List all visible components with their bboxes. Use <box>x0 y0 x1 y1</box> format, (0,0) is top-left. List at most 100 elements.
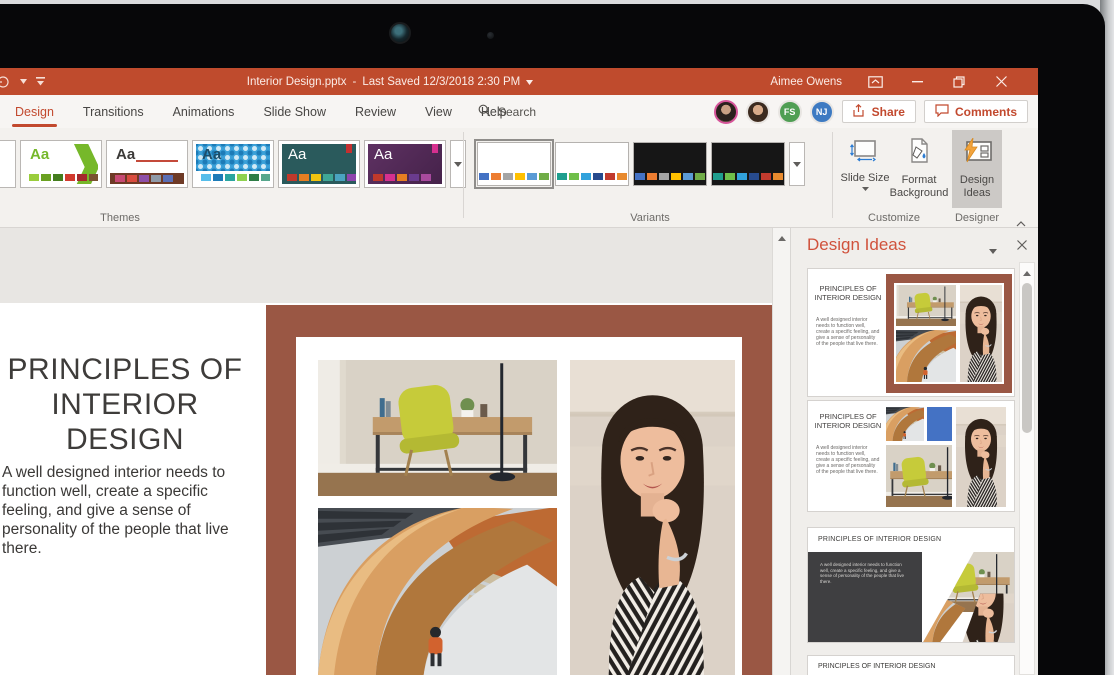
design-idea-thumbnail[interactable]: PRINCIPLES OF INTERIOR DESIGN A well des… <box>807 268 1015 397</box>
slide-scrollbar[interactable] <box>772 228 790 675</box>
workspace: PRINCIPLES OF INTERIOR DESIGN A well des… <box>0 228 1038 675</box>
ribbon-tab-row: Design Transitions Animations Slide Show… <box>0 95 1038 128</box>
scrollbar-thumb[interactable] <box>1022 283 1032 433</box>
theme-rule-graphic <box>136 160 178 162</box>
tab-animations[interactable]: Animations <box>172 103 236 121</box>
avatar[interactable]: FS <box>778 100 802 124</box>
theme-option-green[interactable]: Aa <box>20 140 102 188</box>
saved-status-caret-icon[interactable] <box>526 76 533 88</box>
theme-option-dark-teal[interactable]: Aa <box>278 140 360 188</box>
user-name[interactable]: Aimee Owens <box>770 76 842 88</box>
tabrow-right: FS NJ Share Comments <box>714 95 1028 128</box>
theme-option-light[interactable]: Aa <box>106 140 188 188</box>
tab-slide-show[interactable]: Slide Show <box>262 103 327 121</box>
avatar[interactable]: NJ <box>810 100 834 124</box>
variants-group-label: Variants <box>590 212 710 224</box>
customize-quick-access-toolbar-icon[interactable] <box>36 77 45 86</box>
comments-label: Comments <box>955 105 1017 119</box>
panel-menu-caret-icon[interactable] <box>989 241 997 259</box>
thumb-text-block: PRINCIPLES OF INTERIOR DESIGN A well des… <box>812 401 884 511</box>
design-ideas-icon <box>961 138 993 168</box>
themes-group-label: Themes <box>60 212 180 224</box>
titlebar-right: Aimee Owens <box>770 68 1010 95</box>
variant-option-selected[interactable] <box>477 142 551 186</box>
share-icon <box>853 104 866 120</box>
tab-view[interactable]: View <box>424 103 453 121</box>
slide-canvas[interactable]: PRINCIPLES OF INTERIOR DESIGN A well des… <box>0 303 772 675</box>
undo-icon[interactable] <box>0 75 11 89</box>
design-ideas-button[interactable]: Design Ideas <box>952 130 1002 208</box>
staircase-photo <box>886 407 924 441</box>
tab-design[interactable]: Design <box>14 103 55 121</box>
ribbon-content: Aa Aa Aa Aa <box>0 128 1038 228</box>
group-divider <box>832 132 833 218</box>
slide-title[interactable]: PRINCIPLES OF INTERIOR DESIGN <box>0 352 250 457</box>
camera-sensor-icon <box>487 32 494 39</box>
avatar[interactable] <box>746 100 770 124</box>
slide-size-label: Slide Size <box>841 172 890 185</box>
comments-button[interactable]: Comments <box>924 100 1028 123</box>
panel-close-icon[interactable] <box>1017 237 1027 255</box>
thumb-collage <box>886 274 1012 393</box>
search-box[interactable]: Search <box>478 95 536 128</box>
tab-transitions[interactable]: Transitions <box>82 103 145 121</box>
title-separator: - <box>352 76 356 88</box>
staircase-photo[interactable] <box>318 508 557 675</box>
variant-option[interactable] <box>555 142 629 186</box>
theme-option-partial[interactable]: Aa <box>0 140 16 188</box>
scroll-up-icon[interactable] <box>773 230 790 246</box>
camera-lens-icon <box>389 22 411 44</box>
avatar[interactable] <box>714 100 738 124</box>
share-button[interactable]: Share <box>842 100 916 123</box>
saved-status: Last Saved 12/3/2018 2:30 PM <box>362 76 520 88</box>
themes-gallery: Aa Aa Aa Aa <box>0 140 466 188</box>
design-idea-thumbnail[interactable]: PRINCIPLES OF INTERIOR DESIGN A well des… <box>807 527 1015 643</box>
device-screen: Interior Design.pptx - Last Saved 12/3/2… <box>0 0 1114 675</box>
minimize-icon[interactable] <box>908 68 926 95</box>
chevron-down-icon <box>862 187 869 191</box>
bookmark-icon <box>432 144 438 153</box>
group-divider <box>463 132 464 218</box>
variants-more-button[interactable] <box>789 142 805 186</box>
powerpoint-window: Interior Design.pptx - Last Saved 12/3/2… <box>0 68 1038 675</box>
staircase-photo <box>896 330 956 382</box>
variant-option[interactable] <box>711 142 785 186</box>
ribbon-display-options-icon[interactable] <box>866 68 884 95</box>
slide-photo-collage[interactable] <box>266 305 772 675</box>
slide-size-button[interactable]: Slide Size <box>838 130 892 208</box>
search-label: Search <box>498 105 536 119</box>
design-idea-thumbnail[interactable]: PRINCIPLES OF INTERIOR DESIGN <box>807 655 1015 675</box>
thumb-diagonal-photos <box>922 552 1015 643</box>
theme-option-dark-purple[interactable]: Aa <box>364 140 446 188</box>
accent-rectangle <box>927 407 952 441</box>
chevron-down-icon <box>454 162 462 167</box>
design-idea-thumbnail[interactable]: PRINCIPLES OF INTERIOR DESIGN A well des… <box>807 400 1015 512</box>
slide-size-icon <box>850 138 880 166</box>
portrait-photo[interactable] <box>570 360 735 675</box>
document-name: Interior Design.pptx <box>247 76 347 88</box>
undo-caret-icon[interactable] <box>20 79 27 84</box>
theme-option-pattern[interactable]: Aa <box>192 140 274 188</box>
format-background-label: Format Background <box>890 174 949 200</box>
thumb-text-block: PRINCIPLES OF INTERIOR DESIGN A well des… <box>812 269 884 396</box>
restore-icon[interactable] <box>950 68 968 95</box>
chevron-down-icon <box>793 162 801 167</box>
variant-option[interactable] <box>633 142 707 186</box>
designer-group-label: Designer <box>928 212 1026 224</box>
desk-chair-photo <box>886 445 952 507</box>
variants-gallery <box>477 142 805 186</box>
desk-chair-photo <box>896 285 956 326</box>
slide-body-text[interactable]: A well designed interior needs to functi… <box>2 463 256 558</box>
panel-scrollbar[interactable] <box>1019 262 1035 675</box>
title-bar: Interior Design.pptx - Last Saved 12/3/2… <box>0 68 1038 95</box>
bookmark-icon <box>346 144 352 153</box>
document-title[interactable]: Interior Design.pptx - Last Saved 12/3/2… <box>150 68 630 95</box>
close-icon[interactable] <box>992 68 1010 95</box>
format-background-button[interactable]: Format Background <box>890 130 948 208</box>
desk-chair-photo[interactable] <box>318 360 557 496</box>
format-background-icon <box>906 138 932 168</box>
thumb-collage <box>886 405 1012 509</box>
scroll-up-icon[interactable] <box>1020 265 1034 281</box>
tab-review[interactable]: Review <box>354 103 397 121</box>
comments-icon <box>935 104 949 120</box>
